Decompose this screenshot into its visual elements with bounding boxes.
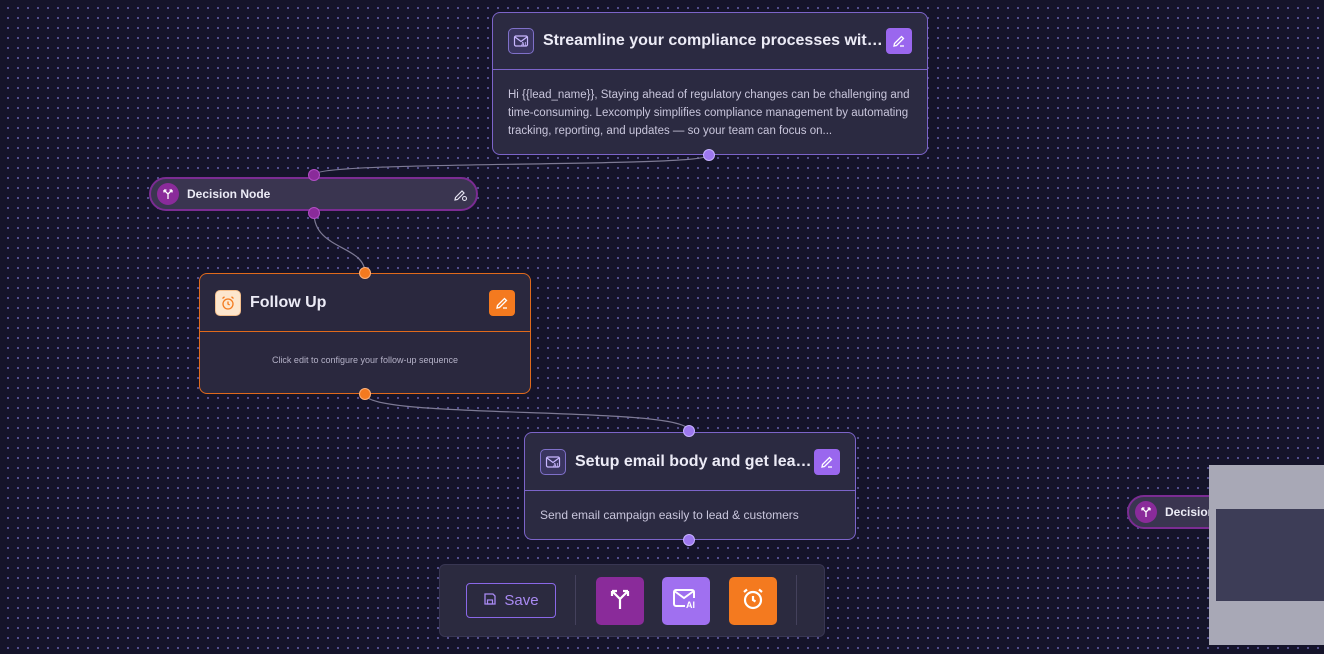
follow-up-node[interactable]: Follow Up Click edit to configure your f… <box>199 273 531 394</box>
pencil-gear-icon[interactable] <box>453 187 468 207</box>
add-decision-node-button[interactable] <box>596 577 644 625</box>
node-title: Follow Up <box>250 293 327 311</box>
decision-node-label: Decision Node <box>187 187 271 201</box>
decision-node[interactable]: Decision Node <box>149 177 478 211</box>
svg-text:AI: AI <box>521 42 527 48</box>
output-handle[interactable] <box>703 149 715 161</box>
edit-icon[interactable] <box>814 448 840 475</box>
svg-text:AI: AI <box>686 600 695 610</box>
output-handle[interactable] <box>683 534 695 546</box>
toolbar-divider <box>575 575 576 625</box>
toolbar-divider <box>796 575 797 625</box>
mail-ai-icon: AI <box>540 448 566 475</box>
svg-text:AI: AI <box>553 463 559 469</box>
save-label: Save <box>504 592 539 609</box>
edge-decision-to-follow-up <box>313 212 366 274</box>
node-body: Hi {{lead_name}}, Staying ahead of regul… <box>508 89 910 137</box>
email-node-setup[interactable]: AI Setup email body and get leads Send e… <box>524 432 856 540</box>
node-title: Streamline your compliance processes wit… <box>543 32 886 49</box>
email-node-compliance[interactable]: AI Streamline your compliance processes … <box>492 12 928 155</box>
input-handle[interactable] <box>359 267 371 279</box>
edit-icon[interactable] <box>886 28 912 54</box>
node-title: Setup email body and get leads <box>575 452 814 470</box>
mail-ai-icon: AI <box>508 28 534 54</box>
edit-icon[interactable] <box>489 289 515 316</box>
decision-node-label: Decision <box>1165 505 1216 519</box>
minimap[interactable] <box>1209 465 1324 645</box>
edge-follow-up-to-email <box>364 393 690 432</box>
minimap-viewport[interactable] <box>1216 509 1324 601</box>
save-button[interactable]: Save <box>466 583 556 618</box>
input-handle[interactable] <box>683 425 695 437</box>
input-handle[interactable] <box>308 169 320 181</box>
output-handle[interactable] <box>308 207 320 219</box>
mail-ai-icon: AI <box>672 586 700 617</box>
floppy-disk-icon <box>483 592 497 610</box>
branch-icon <box>157 183 179 205</box>
alarm-clock-icon <box>740 586 766 617</box>
node-body: Click edit to configure your follow-up s… <box>271 355 459 365</box>
bottom-toolbar: Save AI <box>439 564 825 637</box>
add-email-node-button[interactable]: AI <box>662 577 710 625</box>
branch-icon <box>1135 501 1157 523</box>
add-follow-up-node-button[interactable] <box>729 577 777 625</box>
branch-icon <box>607 586 633 617</box>
edge-email-to-decision <box>313 154 710 176</box>
output-handle[interactable] <box>359 388 371 400</box>
alarm-clock-icon <box>215 289 241 316</box>
node-body: Send email campaign easily to lead & cus… <box>540 508 799 522</box>
